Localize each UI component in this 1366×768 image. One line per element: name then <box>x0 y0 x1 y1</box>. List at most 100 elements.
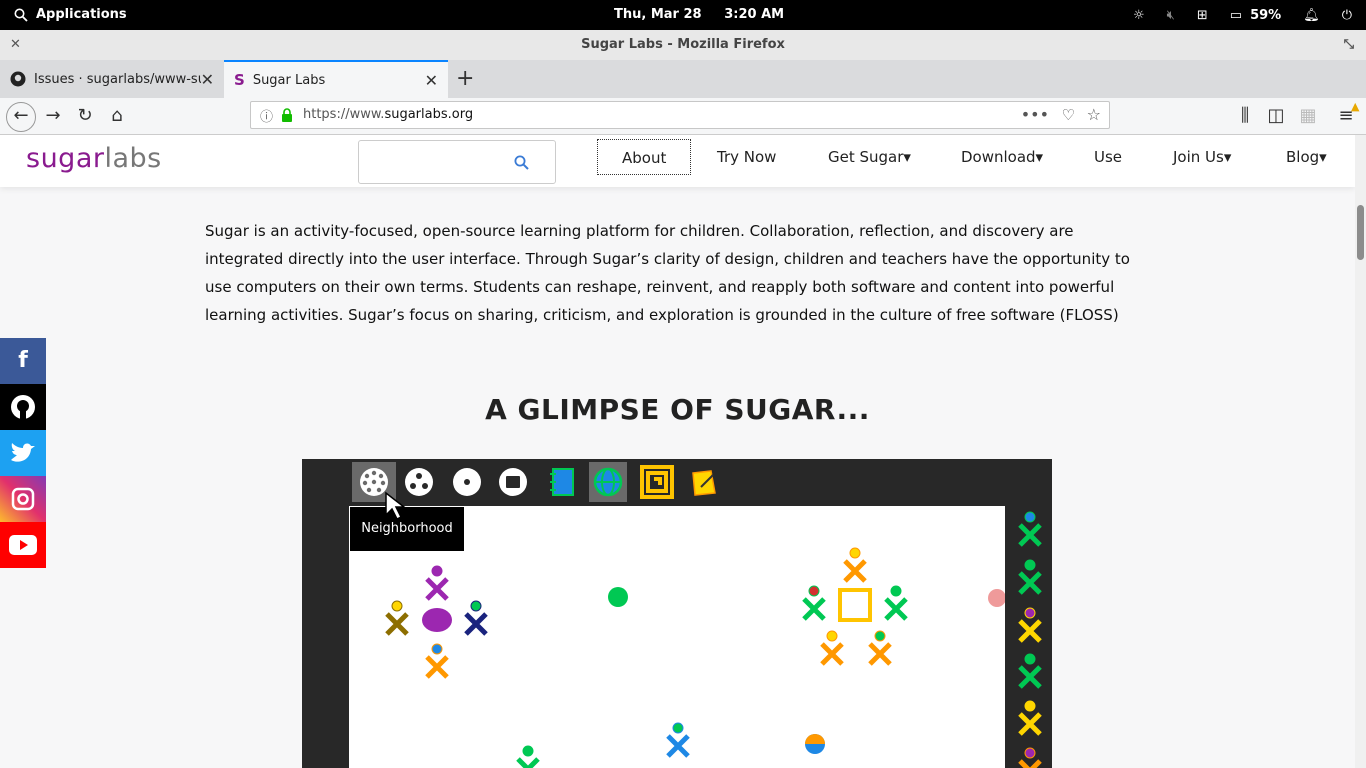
url-host: sugarlabs.org <box>384 107 474 122</box>
site-search-input[interactable] <box>358 140 556 184</box>
buddy-icon <box>845 548 865 581</box>
page-scrollbar[interactable] <box>1355 135 1366 768</box>
tab-title: Issues · sugarlabs/www-sugar <box>34 71 201 87</box>
chat-bubble-icon <box>422 608 452 632</box>
url-text: https://www.sugarlabs.org <box>303 107 473 122</box>
new-tab-plus-icon[interactable]: + <box>456 66 474 91</box>
github-icon <box>11 395 35 419</box>
activity-dot-icon <box>608 587 628 607</box>
write-activity-icon <box>692 470 716 496</box>
applications-label: Applications <box>36 7 127 22</box>
buddy-icon <box>870 631 890 664</box>
system-top-bar: Applications Thu, Mar 28 3:20 AM ☼ 🔇︎ ⊞ … <box>0 0 1366 30</box>
info-icon[interactable]: ⓘ <box>260 106 273 125</box>
buddy-icon <box>518 746 538 768</box>
nav-use[interactable]: Use <box>1094 139 1122 175</box>
scrollbar-thumb[interactable] <box>1357 205 1364 260</box>
github-button[interactable] <box>0 384 46 430</box>
youtube-icon <box>9 535 37 555</box>
close-tab-icon[interactable]: ✕ <box>425 71 438 90</box>
navigation-toolbar: ← → ↻ ⌂ ⓘ https://www.sugarlabs.org ••• … <box>0 98 1366 135</box>
volume-muted-icon[interactable]: 🔇︎ <box>1167 8 1175 23</box>
extension-icon[interactable]: ▦ <box>1296 104 1320 128</box>
restore-window-icon[interactable]: ⤡ <box>1344 30 1354 60</box>
maze-icon <box>838 588 872 622</box>
nav-about[interactable]: About <box>597 139 692 175</box>
applications-menu[interactable]: Applications <box>14 0 127 30</box>
buddy-icon <box>427 566 447 599</box>
power-icon[interactable]: ⏻ <box>1342 8 1352 23</box>
instagram-button[interactable] <box>0 476 46 522</box>
tab-github-issues[interactable]: Issues · sugarlabs/www-sugar ✕ <box>0 60 224 98</box>
nav-try-now[interactable]: Try Now <box>717 139 776 175</box>
facebook-button[interactable]: f <box>0 338 46 384</box>
battery-icon[interactable]: ▭ <box>1230 8 1242 23</box>
browse-activity-icon <box>589 462 627 502</box>
maze-activity-icon <box>640 465 674 499</box>
nav-get-sugar[interactable]: Get Sugar▾ <box>828 139 911 175</box>
site-header: sugarlabs About Try Now Get Sugar▾ Downl… <box>0 135 1355 187</box>
network-icon[interactable]: ⊞ <box>1197 8 1208 23</box>
home-button[interactable]: ⌂ <box>105 104 129 128</box>
reload-icon: ↻ <box>77 105 93 126</box>
twitter-button[interactable] <box>0 430 46 476</box>
intro-paragraph: Sugar is an activity-focused, open-sourc… <box>205 222 1130 324</box>
sidebar-icon[interactable]: ◫ <box>1264 104 1288 128</box>
github-icon <box>10 71 26 87</box>
logo-labs-text: labs <box>104 143 162 174</box>
notification-bell-icon[interactable]: 🔔︎ <box>1303 8 1320 23</box>
window-title-bar: ✕ Sugar Labs - Mozilla Firefox ⤡ <box>0 30 1366 60</box>
lock-icon <box>282 108 292 122</box>
battery-percent: 59% <box>1250 7 1282 23</box>
sugar-screenshot: Neighborhood <box>302 459 1052 768</box>
tab-strip: Issues · sugarlabs/www-sugar ✕ S Sugar L… <box>0 60 1366 98</box>
logo-sugar-text: sugar <box>26 143 105 174</box>
forward-button[interactable]: → <box>41 104 65 128</box>
instagram-icon <box>11 487 35 511</box>
time-text: 3:20 AM <box>724 7 785 22</box>
sugarlabs-favicon-icon: S <box>234 71 245 89</box>
close-window-icon[interactable]: ✕ <box>10 30 21 60</box>
buddy-icon <box>466 601 486 634</box>
youtube-button[interactable] <box>0 522 46 568</box>
buddy-icon <box>804 586 824 619</box>
frame-buddies <box>1018 511 1042 768</box>
home-icon: ⌂ <box>111 105 123 126</box>
page-actions-icon[interactable]: ••• <box>1021 105 1049 124</box>
nav-join-us[interactable]: Join Us▾ <box>1173 139 1231 175</box>
system-tray: ☼ 🔇︎ ⊞ ▭ 59% 🔔︎ ⏻ <box>1133 0 1352 30</box>
activity-view-icon <box>499 468 527 496</box>
web-page: sugarlabs About Try Now Get Sugar▾ Downl… <box>0 135 1355 768</box>
buddy-icon <box>668 723 688 756</box>
nav-blog[interactable]: Blog▾ <box>1286 139 1327 175</box>
clock[interactable]: Thu, Mar 28 3:20 AM <box>614 0 784 30</box>
window-title: Sugar Labs - Mozilla Firefox <box>581 37 785 52</box>
activity-dot-icon <box>988 589 1006 607</box>
nav-download[interactable]: Download▾ <box>961 139 1043 175</box>
library-icon[interactable]: ⫼ <box>1233 104 1257 128</box>
bookmark-star-icon[interactable]: ☆ <box>1087 105 1101 124</box>
pocket-icon[interactable]: ♡ <box>1062 106 1075 124</box>
brightness-icon[interactable]: ☼ <box>1133 8 1145 23</box>
facebook-icon: f <box>18 348 28 373</box>
home-view-icon <box>453 468 481 496</box>
buddy-icon <box>387 601 407 634</box>
back-arrow-icon: ← <box>13 105 29 126</box>
url-bar[interactable]: ⓘ https://www.sugarlabs.org ••• ♡ ☆ <box>250 101 1110 129</box>
sugarlabs-logo[interactable]: sugarlabs <box>26 143 162 174</box>
update-warning-icon: ▲ <box>1351 100 1360 113</box>
url-scheme: https://www. <box>303 107 385 122</box>
buddy-icon <box>822 631 842 664</box>
twitter-icon <box>11 443 35 462</box>
tab-title: Sugar Labs <box>252 72 326 88</box>
forward-arrow-icon: → <box>45 105 61 126</box>
search-icon[interactable] <box>514 155 529 170</box>
glimpse-heading: A GLIMPSE OF SUGAR... <box>485 393 870 426</box>
close-tab-icon[interactable]: ✕ <box>201 70 214 89</box>
back-button[interactable]: ← <box>6 102 36 132</box>
buddy-icon <box>427 644 447 677</box>
reload-button[interactable]: ↻ <box>73 104 97 128</box>
tab-sugar-labs[interactable]: S Sugar Labs ✕ <box>224 60 448 98</box>
buddy-icon <box>886 586 906 619</box>
mouse-cursor-icon <box>385 491 407 521</box>
